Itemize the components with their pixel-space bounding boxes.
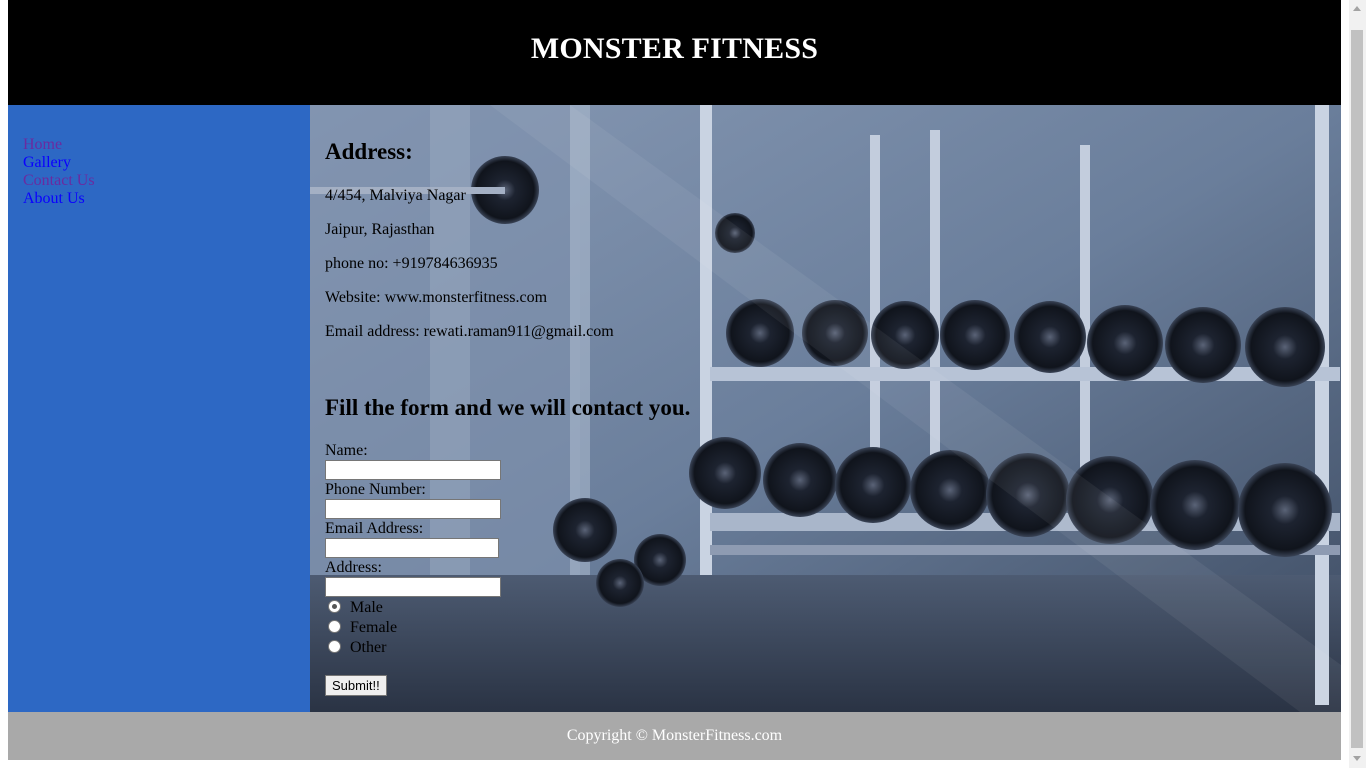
radio-male[interactable] <box>328 600 341 613</box>
scroll-down-arrow-icon[interactable] <box>1353 756 1361 761</box>
address-line-1: 4/454, Malviya Nagar <box>325 187 466 204</box>
radio-label-male: Male <box>350 599 383 616</box>
address-input[interactable] <box>325 577 501 597</box>
radio-label-other: Other <box>350 639 387 656</box>
nav-item-gallery: Gallery <box>23 154 310 172</box>
name-label: Name: <box>325 442 368 459</box>
site-footer: Copyright © MonsterFitness.com <box>8 712 1341 760</box>
phone-label: Phone Number: <box>325 481 426 498</box>
site-title: MONSTER FITNESS <box>530 32 819 65</box>
nav-link-contact-us[interactable]: Contact Us <box>23 172 95 189</box>
nav-link-gallery[interactable]: Gallery <box>23 154 71 171</box>
radio-female[interactable] <box>328 620 341 633</box>
main-content: Address: 4/454, Malviya Nagar Jaipur, Ra… <box>310 105 1341 712</box>
submit-button[interactable]: Submit!! <box>325 675 387 696</box>
gender-option-female[interactable]: Female <box>328 618 397 638</box>
email-label: Email Address: <box>325 520 424 537</box>
phone-input[interactable] <box>325 499 501 519</box>
address-label: Address: <box>325 559 382 576</box>
scrollbar-thumb[interactable] <box>1351 30 1363 748</box>
email-text: Email address: rewati.raman911@gmail.com <box>325 323 614 340</box>
address-heading: Address: <box>325 139 413 164</box>
nav-item-about: About Us <box>23 190 310 208</box>
radio-other[interactable] <box>328 640 341 653</box>
nav-link-home[interactable]: Home <box>23 136 62 153</box>
nav-list: Home Gallery Contact Us About Us <box>8 105 310 208</box>
radio-label-female: Female <box>350 619 398 636</box>
page-scrollbar[interactable] <box>1349 0 1366 768</box>
nav-item-contact: Contact Us <box>23 172 310 190</box>
nav-item-home: Home <box>23 136 310 154</box>
copyright-text: Copyright © MonsterFitness.com <box>566 727 783 744</box>
form-heading: Fill the form and we will contact you. <box>325 395 691 420</box>
website-text: Website: www.monsterfitness.com <box>325 289 548 306</box>
address-line-2: Jaipur, Rajasthan <box>325 221 435 238</box>
email-input[interactable] <box>325 538 499 558</box>
phone-number-text: phone no: +919784636935 <box>325 255 498 272</box>
name-input[interactable] <box>325 460 501 480</box>
nav-link-about-us[interactable]: About Us <box>23 190 85 207</box>
scroll-up-arrow-icon[interactable] <box>1353 6 1361 11</box>
gender-option-other[interactable]: Other <box>328 638 386 658</box>
gender-option-male[interactable]: Male <box>328 598 383 618</box>
page: MONSTER FITNESS Home Gallery Contact Us … <box>8 0 1341 760</box>
sidebar-nav: Home Gallery Contact Us About Us <box>8 105 310 712</box>
site-header: MONSTER FITNESS <box>8 0 1341 105</box>
